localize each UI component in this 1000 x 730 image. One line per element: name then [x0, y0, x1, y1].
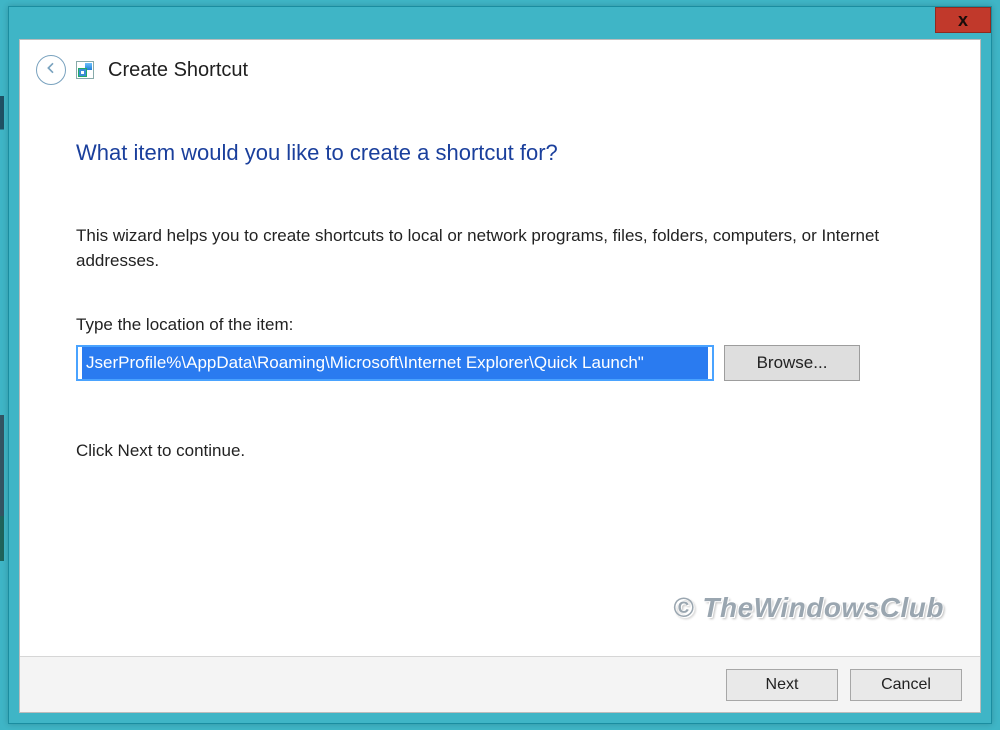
page-description: This wizard helps you to create shortcut… — [76, 224, 952, 273]
footer: Next Cancel — [20, 656, 980, 712]
back-button[interactable] — [36, 55, 66, 85]
close-icon: x — [958, 10, 968, 31]
location-row: JserProfile%\AppData\Roaming\Microsoft\I… — [76, 345, 952, 381]
watermark: © TheWindowsClub — [673, 592, 944, 624]
page-heading: What item would you like to create a sho… — [76, 140, 952, 166]
continue-hint: Click Next to continue. — [76, 441, 952, 461]
content: What item would you like to create a sho… — [76, 140, 952, 642]
client-area: Create Shortcut What item would you like… — [19, 39, 981, 713]
location-input-selection: JserProfile%\AppData\Roaming\Microsoft\I… — [82, 347, 708, 379]
next-button[interactable]: Next — [726, 669, 838, 701]
location-input[interactable]: JserProfile%\AppData\Roaming\Microsoft\I… — [76, 345, 714, 381]
wizard-title: Create Shortcut — [108, 59, 248, 82]
close-button[interactable]: x — [935, 7, 991, 33]
titlebar: x — [9, 7, 991, 39]
wizard-header: Create Shortcut — [20, 40, 980, 100]
artifact-edge — [0, 96, 4, 656]
cancel-button[interactable]: Cancel — [850, 669, 962, 701]
wizard-window: x Create Shortcut What item would you li… — [8, 6, 992, 724]
shortcut-icon — [76, 61, 94, 79]
arrow-left-icon — [43, 60, 59, 81]
browse-button[interactable]: Browse... — [724, 345, 860, 381]
location-label: Type the location of the item: — [76, 315, 952, 335]
